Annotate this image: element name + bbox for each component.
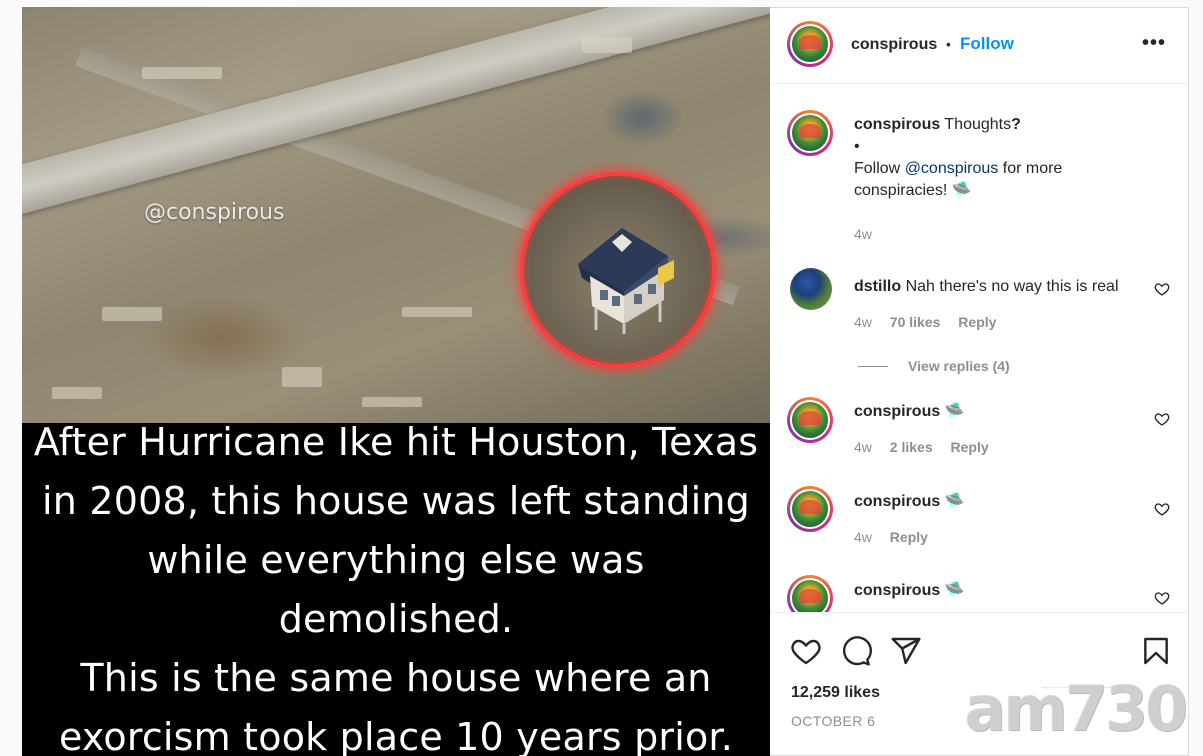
caption-bullet: • bbox=[854, 138, 860, 155]
comment-time[interactable]: 4w bbox=[854, 529, 872, 545]
comment-username[interactable]: conspirous bbox=[854, 116, 940, 133]
comment-username[interactable]: dstillo bbox=[854, 278, 901, 295]
caption-text: Thoughts bbox=[944, 116, 1012, 133]
heart-icon[interactable] bbox=[790, 635, 822, 667]
debris bbox=[142, 67, 222, 79]
debris bbox=[402, 307, 472, 317]
reply-button[interactable]: Reply bbox=[958, 314, 996, 330]
highlight-circle bbox=[520, 172, 716, 368]
post-panel: conspirous • Follow ••• conspirous Thoug… bbox=[770, 7, 1189, 756]
more-options-icon[interactable]: ••• bbox=[1142, 32, 1166, 55]
heart-icon[interactable] bbox=[1154, 281, 1170, 297]
comment-meta: 4w Reply bbox=[854, 529, 942, 545]
caption-line: in 2008, this house was left standing bbox=[42, 478, 750, 523]
reply-button[interactable]: Reply bbox=[951, 439, 989, 455]
follow-prefix: Follow bbox=[854, 160, 905, 177]
reply-button[interactable]: Reply bbox=[890, 529, 928, 545]
comment-icon[interactable] bbox=[840, 635, 872, 667]
caption-line: This is the same house where an bbox=[80, 655, 712, 700]
heart-icon[interactable] bbox=[1154, 590, 1170, 606]
comment-text: dstillo Nah there's no way this is real bbox=[854, 276, 1144, 298]
paper-plane-icon[interactable] bbox=[890, 635, 922, 667]
comment-text: conspirous 🛸 bbox=[854, 491, 1144, 513]
likes-count[interactable]: 12,259 likes bbox=[791, 684, 880, 702]
caption-question: ? bbox=[1011, 116, 1021, 133]
debris bbox=[582, 37, 632, 53]
comment-likes[interactable]: 70 likes bbox=[890, 314, 941, 330]
post-date[interactable]: OCTOBER 6 bbox=[791, 713, 875, 729]
debris bbox=[282, 367, 322, 387]
aerial-photo: @conspirous bbox=[22, 7, 770, 423]
post-header: conspirous • Follow ••• bbox=[770, 8, 1188, 84]
image-caption: After Hurricane Ike hit Houston, Texas i… bbox=[32, 413, 760, 756]
comment-username[interactable]: conspirous bbox=[854, 582, 940, 599]
debris bbox=[52, 387, 102, 399]
am730-logo: am730 bbox=[964, 672, 1188, 745]
comment-meta: 4w bbox=[854, 226, 886, 242]
image-watermark: @conspirous bbox=[144, 200, 285, 225]
comment-time[interactable]: 4w bbox=[854, 226, 872, 242]
header-username[interactable]: conspirous bbox=[851, 36, 937, 54]
debris bbox=[362, 397, 422, 407]
view-replies-label: View replies (4) bbox=[908, 358, 1010, 374]
avatar[interactable] bbox=[790, 268, 832, 310]
caption-comment-text: conspirous Thoughts? • Follow @conspirou… bbox=[854, 114, 1144, 202]
comment-meta: 4w 2 likes Reply bbox=[854, 439, 1003, 455]
heart-icon[interactable] bbox=[1154, 501, 1170, 517]
view-replies-button[interactable]: View replies (4) bbox=[858, 358, 1010, 374]
avatar[interactable] bbox=[787, 21, 833, 67]
avatar[interactable] bbox=[787, 110, 833, 156]
caption-line: while everything else was demolished. bbox=[147, 537, 645, 641]
comment-body: 🛸 bbox=[944, 403, 965, 420]
comment-body: Nah there's no way this is real bbox=[905, 278, 1119, 295]
caption-line: After Hurricane Ike hit Houston, Texas bbox=[33, 419, 759, 464]
mention-link[interactable]: @conspirous bbox=[905, 160, 999, 177]
post-media[interactable]: @conspirous After Hurricane Ike hit Hous… bbox=[22, 7, 770, 756]
comment-time[interactable]: 4w bbox=[854, 314, 872, 330]
comment-username[interactable]: conspirous bbox=[854, 493, 940, 510]
avatar[interactable] bbox=[787, 486, 833, 532]
follow-button[interactable]: Follow bbox=[960, 34, 1014, 54]
comments-list[interactable]: conspirous Thoughts? • Follow @conspirou… bbox=[770, 85, 1188, 612]
comment-time[interactable]: 4w bbox=[854, 439, 872, 455]
comment-likes[interactable]: 2 likes bbox=[890, 439, 933, 455]
debris bbox=[102, 307, 162, 321]
avatar[interactable] bbox=[787, 575, 833, 612]
comment-username[interactable]: conspirous bbox=[854, 403, 940, 420]
comment-text: conspirous 🛸 bbox=[854, 401, 1144, 423]
bookmark-icon[interactable] bbox=[1140, 635, 1172, 667]
house-illustration bbox=[578, 228, 674, 334]
avatar[interactable] bbox=[787, 397, 833, 443]
caption-box: After Hurricane Ike hit Houston, Texas i… bbox=[22, 420, 770, 756]
comment-body: 🛸 bbox=[944, 582, 965, 599]
caption-line: exorcism took place 10 years prior. bbox=[58, 714, 734, 756]
comment-body: 🛸 bbox=[944, 493, 965, 510]
comment-meta: 4w 70 likes Reply bbox=[854, 314, 1010, 330]
comment-text: conspirous 🛸 bbox=[854, 580, 1144, 602]
separator-dot: • bbox=[946, 36, 951, 52]
heart-icon[interactable] bbox=[1154, 411, 1170, 427]
divider bbox=[858, 365, 888, 367]
